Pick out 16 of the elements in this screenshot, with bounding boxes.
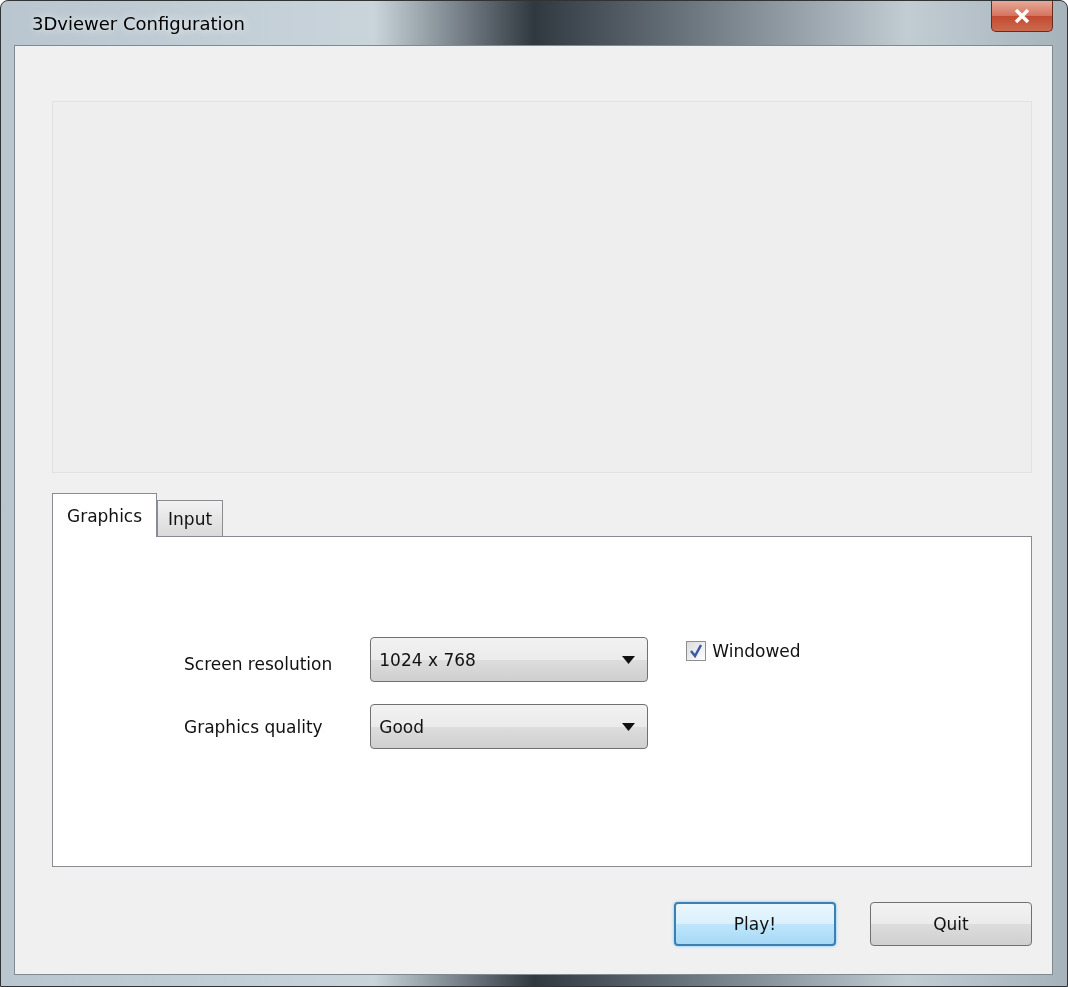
dropdown[interactable]: 1024 x 768	[370, 637, 649, 682]
caret-icon	[622, 722, 636, 731]
checkbox[interactable]	[686, 641, 707, 661]
close-icon	[1013, 8, 1031, 24]
caret-icon	[622, 655, 636, 664]
close-button[interactable]	[991, 1, 1053, 32]
play-button[interactable]: Play!	[674, 902, 836, 946]
tab[interactable]: Input	[157, 500, 224, 536]
checkbox-label: Windowed	[712, 641, 801, 661]
window-title: 3Dviewer Configuration	[31, 12, 246, 34]
tab[interactable]: Graphics	[52, 493, 158, 537]
field-label: Graphics quality	[184, 716, 324, 737]
dropdown[interactable]: Good	[370, 704, 649, 749]
field-label: Screen resolution	[184, 654, 333, 676]
checkmark-icon	[689, 644, 704, 658]
quit-button[interactable]: Quit	[870, 902, 1032, 946]
